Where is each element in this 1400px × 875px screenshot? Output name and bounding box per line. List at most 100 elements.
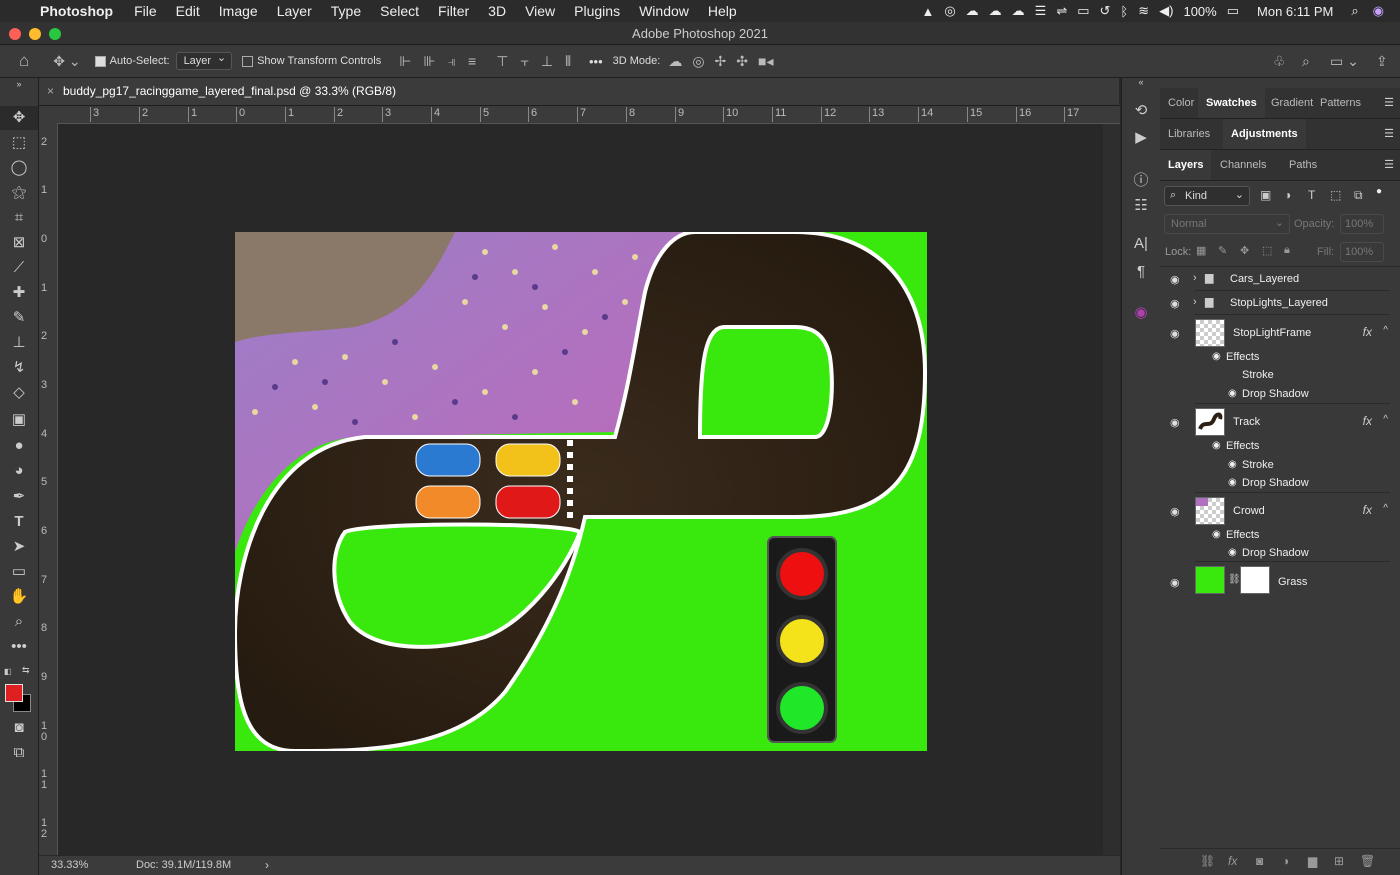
tab-color[interactable]: Color <box>1160 88 1202 118</box>
lasso-tool-icon[interactable]: ◯ <box>0 156 38 180</box>
drive-icon[interactable]: ▲ <box>921 4 934 19</box>
type-tool-icon[interactable]: T <box>0 510 38 534</box>
fx-icon[interactable]: fx <box>1363 414 1372 428</box>
eye-icon[interactable]: ◉ <box>1170 505 1180 518</box>
lock-pixels-icon[interactable]: ✎ <box>1218 244 1227 257</box>
fx-icon[interactable]: fx <box>1363 325 1372 339</box>
lock-artboard-icon[interactable]: ⬚ <box>1262 244 1272 257</box>
marquee-tool-icon[interactable]: ⬚ <box>0 131 38 155</box>
move-tool-preset-icon[interactable]: ✥ ⌄ <box>53 53 80 70</box>
tab-libraries[interactable]: Libraries <box>1160 119 1218 149</box>
document-close-button[interactable]: × <box>47 84 54 98</box>
hand-tool-icon[interactable]: ✋ <box>0 585 38 609</box>
frame-tool-icon[interactable]: ⊠ <box>0 231 38 255</box>
collapse-toolbar-icon[interactable]: » <box>0 77 38 91</box>
lock-transparent-icon[interactable]: ▦ <box>1196 244 1206 257</box>
menu-image[interactable]: Image <box>219 3 258 19</box>
plugin-icon[interactable]: ◉ <box>1122 303 1160 321</box>
panel-menu-icon[interactable]: ☰ <box>1384 127 1394 140</box>
eye-icon[interactable]: ◉ <box>1228 477 1237 488</box>
3d-pan-icon[interactable]: ✢ <box>715 53 727 70</box>
eye-icon[interactable]: ◉ <box>1228 459 1237 470</box>
magic-wand-tool-icon[interactable]: ⚝ <box>0 181 38 205</box>
filter-shape-icon[interactable]: ⬚ <box>1330 188 1341 202</box>
distribute-icon[interactable]: ≡ <box>468 53 476 69</box>
chevron-up-icon[interactable]: ^ <box>1383 503 1388 514</box>
layer-row-grass[interactable]: ◉ ⛓ Grass <box>1160 562 1400 600</box>
cloud-icon-2[interactable]: ☁ <box>989 3 1002 19</box>
eyedropper-tool-icon[interactable]: ⟋ <box>0 256 38 280</box>
fill-field[interactable]: 100% <box>1340 242 1384 262</box>
bluetooth-icon[interactable]: ᛒ <box>1120 4 1128 19</box>
sync-icon[interactable]: ⇌ <box>1056 3 1067 19</box>
path-selection-tool-icon[interactable]: ➤ <box>0 535 38 559</box>
chevron-up-icon[interactable]: ^ <box>1383 325 1388 336</box>
new-layer-icon[interactable]: ⊞ <box>1334 854 1344 868</box>
info-icon[interactable]: ⓘ <box>1122 169 1160 190</box>
eraser-tool-icon[interactable]: ◇ <box>0 381 38 405</box>
3d-camera-icon[interactable]: ■◂ <box>758 53 773 70</box>
tab-swatches[interactable]: Swatches <box>1198 88 1265 118</box>
spotlight-icon[interactable]: ⌕ <box>1351 3 1358 19</box>
horizontal-ruler[interactable]: 3 2 1 0 1 2 3 4 5 6 7 8 9 10 11 12 13 14… <box>58 106 1120 124</box>
eye-icon[interactable]: ◉ <box>1228 547 1237 558</box>
menu-select[interactable]: Select <box>380 3 419 19</box>
tab-channels[interactable]: Channels <box>1212 150 1274 180</box>
blur-tool-icon[interactable]: ● <box>0 434 38 458</box>
3d-roll-icon[interactable]: ◎ <box>692 53 704 70</box>
creative-cloud-icon[interactable]: ◎ <box>944 3 955 19</box>
auto-select-dropdown[interactable]: Layer <box>175 51 233 70</box>
cloud-icon-3[interactable]: ☁ <box>1012 3 1025 19</box>
align-left-icon[interactable]: ⊩ <box>399 53 411 70</box>
eye-icon[interactable]: ◉ <box>1228 388 1237 399</box>
align-bottom-icon[interactable]: ⊥ <box>541 53 553 70</box>
menu-3d[interactable]: 3D <box>488 3 506 19</box>
tab-patterns[interactable]: Patterns <box>1312 88 1369 118</box>
rectangle-tool-icon[interactable]: ▭ <box>0 560 38 584</box>
filter-type-icon[interactable]: T <box>1308 188 1315 202</box>
delete-layer-icon[interactable]: 🗑︎ <box>1360 854 1375 868</box>
align-hcenter-icon[interactable]: ⊪ <box>423 53 435 70</box>
eye-icon[interactable]: ◉ <box>1212 351 1221 362</box>
distribute-v-icon[interactable]: ⫴ <box>565 53 571 70</box>
new-adjustment-icon[interactable]: ◑ <box>1282 854 1289 868</box>
document-tab-title[interactable]: buddy_pg17_racinggame_layered_final.psd … <box>63 84 396 98</box>
foreground-color-swatch[interactable] <box>5 684 23 702</box>
layer-filter-kind-dropdown[interactable]: ⌕ Kind ⌄ <box>1164 186 1250 206</box>
cloud-icon[interactable]: ☁ <box>966 3 979 19</box>
tab-adjustments[interactable]: Adjustments <box>1223 119 1306 149</box>
chevron-right-icon[interactable]: › <box>1193 296 1197 308</box>
opacity-field[interactable]: 100% <box>1340 214 1384 234</box>
layer-row-stoplightframe[interactable]: ◉ StopLightFrame fx ^ ◉ Effects Stroke ◉… <box>1160 315 1400 403</box>
app-menu[interactable]: Photoshop <box>40 3 113 19</box>
stamp-tool-icon[interactable]: ⊥ <box>0 331 38 355</box>
menu-edit[interactable]: Edit <box>176 3 200 19</box>
panel-menu-icon[interactable]: ☰ <box>1384 96 1394 109</box>
move-tool-icon[interactable]: ✥ <box>0 106 38 130</box>
3d-orbit-icon[interactable]: ☁ <box>668 53 682 70</box>
gradient-tool-icon[interactable]: ▣ <box>0 408 38 432</box>
align-top-icon[interactable]: ⊤ <box>496 53 508 70</box>
transform-controls-checkbox[interactable] <box>242 55 257 67</box>
zoom-level[interactable]: 33.33% <box>51 859 88 871</box>
chevron-right-icon[interactable]: › <box>1193 272 1197 284</box>
add-mask-icon[interactable]: ◙ <box>1256 854 1263 868</box>
filter-pixel-icon[interactable]: ▣ <box>1260 188 1271 202</box>
quick-mask-icon[interactable]: ◙ <box>0 716 38 740</box>
eye-icon[interactable]: ◉ <box>1170 273 1180 286</box>
menu-filter[interactable]: Filter <box>438 3 469 19</box>
default-colors-icon[interactable]: ◧ <box>4 667 12 676</box>
menu-plugins[interactable]: Plugins <box>574 3 620 19</box>
stack-icon[interactable]: ☰ <box>1035 3 1047 19</box>
properties-icon[interactable]: ☷ <box>1122 196 1160 214</box>
filter-adjustment-icon[interactable]: ◑ <box>1284 188 1291 202</box>
eye-icon[interactable]: ◉ <box>1170 576 1180 589</box>
status-menu-arrow[interactable]: › <box>265 858 269 872</box>
dodge-tool-icon[interactable]: ◕ <box>0 459 38 483</box>
learn-icon[interactable]: ♧ <box>1273 53 1286 70</box>
canvas-area[interactable] <box>58 124 1103 855</box>
vertical-ruler[interactable]: 2 1 0 1 2 3 4 5 6 7 8 9 10 11 12 <box>39 123 58 855</box>
home-icon[interactable]: ⌂ <box>19 51 29 71</box>
clock[interactable]: Mon 6:11 PM <box>1257 4 1333 19</box>
search-icon[interactable]: ⌕ <box>1302 53 1310 70</box>
